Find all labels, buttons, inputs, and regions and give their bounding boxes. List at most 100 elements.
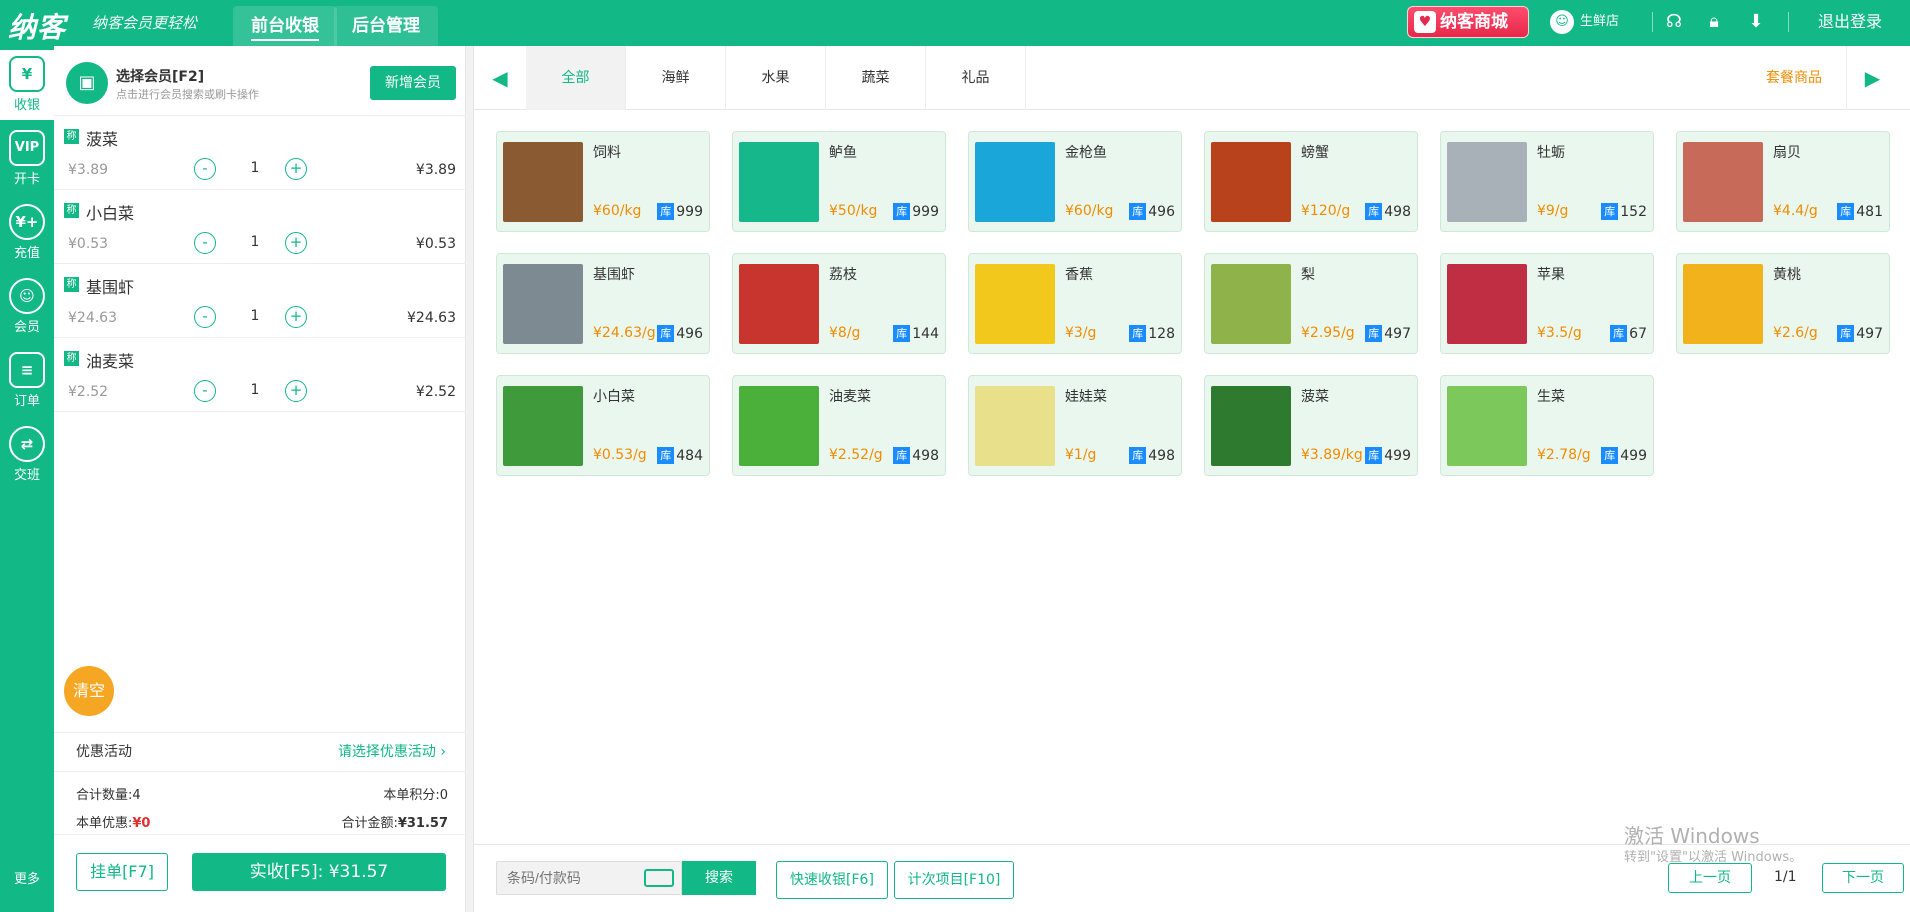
product-price: ¥2.6/g [1773, 325, 1818, 341]
decrease-button[interactable]: - [194, 232, 216, 254]
increase-button[interactable]: + [285, 380, 307, 402]
cart-item[interactable]: 称 菠菜 ¥3.89 - 1 + ¥3.89 [54, 116, 466, 190]
product-card[interactable]: 黄桃 ¥2.6/g 库 497 [1676, 253, 1890, 354]
order-icon: ≡ [9, 352, 45, 388]
product-card[interactable]: 小白菜 ¥0.53/g 库 484 [496, 375, 710, 476]
product-card[interactable]: 牡蛎 ¥9/g 库 152 [1440, 131, 1654, 232]
hang-order-button[interactable]: 挂单[F7] [76, 853, 168, 891]
cart-item-qty[interactable]: 1 [244, 234, 266, 250]
keyboard-icon[interactable] [644, 869, 674, 887]
cart-item[interactable]: 称 油麦菜 ¥2.52 - 1 + ¥2.52 [54, 338, 466, 412]
decrease-button[interactable]: - [194, 158, 216, 180]
prev-category-arrow-icon[interactable]: ◀ [474, 46, 526, 110]
nav-label: 订单 [13, 394, 40, 409]
product-card[interactable]: 娃娃菜 ¥1/g 库 498 [968, 375, 1182, 476]
product-card[interactable]: 螃蟹 ¥120/g 库 498 [1204, 131, 1418, 232]
cart-item-unit-price: ¥24.63 [68, 310, 117, 326]
product-price: ¥9/g [1537, 203, 1569, 219]
cart-item[interactable]: 称 小白菜 ¥0.53 - 1 + ¥0.53 [54, 190, 466, 264]
cart-item-name: 小白菜 [86, 204, 135, 223]
nav-open-card[interactable]: VIP 开卡 [0, 124, 54, 194]
product-card[interactable]: 荔枝 ¥8/g 库 144 [732, 253, 946, 354]
product-name: 牡蛎 [1537, 145, 1565, 161]
cart-item-qty[interactable]: 1 [244, 382, 266, 398]
stock-tag: 库 [1129, 325, 1147, 342]
logout-button[interactable]: 退出登录 [1818, 10, 1882, 34]
next-category-arrow-icon[interactable]: ▶ [1846, 46, 1898, 110]
product-card[interactable]: 生菜 ¥2.78/g 库 499 [1440, 375, 1654, 476]
product-stock: 库 481 [1837, 203, 1883, 220]
increase-button[interactable]: + [285, 232, 307, 254]
category-tab-all[interactable]: 全部 [526, 46, 626, 110]
category-tab-fruit[interactable]: 水果 [726, 46, 826, 110]
quick-checkout-button[interactable]: 快速收银[F6] [776, 861, 888, 899]
product-name: 金枪鱼 [1065, 145, 1107, 161]
cart-item[interactable]: 称 基围虾 ¥24.63 - 1 + ¥24.63 [54, 264, 466, 338]
product-card[interactable]: 鲈鱼 ¥50/kg 库 999 [732, 131, 946, 232]
nav-recharge[interactable]: ¥+ 充值 [0, 198, 54, 268]
member-selector[interactable]: ▣ 选择会员[F2] 点击进行会员搜索或刷卡操作 新增会员 [54, 46, 466, 116]
tab-front-cashier[interactable]: 前台收银 [233, 6, 337, 46]
product-price: ¥8/g [829, 325, 861, 341]
stock-tag: 库 [893, 203, 911, 220]
product-stock: 库 499 [1601, 447, 1647, 464]
nav-order[interactable]: ≡ 订单 [0, 346, 54, 416]
product-name: 梨 [1301, 267, 1315, 283]
product-name: 基围虾 [593, 267, 635, 283]
user-menu[interactable]: ☺ 生鲜店 [1550, 10, 1619, 34]
lock-icon[interactable]: 🔒︎ [1702, 10, 1726, 34]
stock-tag: 库 [1365, 447, 1383, 464]
prev-page-button[interactable]: 上一页 [1668, 863, 1752, 893]
increase-button[interactable]: + [285, 158, 307, 180]
category-tab-vegetable[interactable]: 蔬菜 [826, 46, 926, 110]
mall-label: 纳客商城 [1440, 12, 1508, 32]
decrease-button[interactable]: - [194, 306, 216, 328]
product-card[interactable]: 菠菜 ¥3.89/kg 库 499 [1204, 375, 1418, 476]
select-promotion-link[interactable]: 请选择优惠活动 › [338, 733, 446, 771]
increase-button[interactable]: + [285, 306, 307, 328]
product-name: 苹果 [1537, 267, 1565, 283]
brand-logo: 纳客 [8, 11, 67, 44]
cart-item-total: ¥3.89 [415, 162, 456, 178]
product-image [739, 386, 819, 466]
cart-panel: ▣ 选择会员[F2] 点击进行会员搜索或刷卡操作 新增会员 称 菠菜 ¥3.89… [54, 46, 466, 912]
next-page-button[interactable]: 下一页 [1822, 863, 1904, 893]
category-tab-gift[interactable]: 礼品 [926, 46, 1026, 110]
mall-button[interactable]: ♥ 纳客商城 [1407, 6, 1529, 38]
product-card[interactable]: 苹果 ¥3.5/g 库 67 [1440, 253, 1654, 354]
cart-item-qty[interactable]: 1 [244, 160, 266, 176]
product-price: ¥3/g [1065, 325, 1097, 341]
product-card[interactable]: 梨 ¥2.95/g 库 497 [1204, 253, 1418, 354]
product-card[interactable]: 基围虾 ¥24.63/g 库 496 [496, 253, 710, 354]
product-name: 鲈鱼 [829, 145, 857, 161]
add-member-button[interactable]: 新增会员 [370, 66, 456, 100]
search-button[interactable]: 搜索 [682, 861, 756, 895]
download-icon[interactable]: ⬇ [1744, 10, 1768, 34]
product-card[interactable]: 饲料 ¥60/kg 库 999 [496, 131, 710, 232]
product-stock: 库 498 [1129, 447, 1175, 464]
nav-member[interactable]: ☺ 会员 [0, 272, 54, 342]
tab-back-office[interactable]: 后台管理 [334, 6, 438, 46]
nav-shift[interactable]: ⇄ 交班 [0, 420, 54, 490]
select-promotion-text: 请选择优惠活动 [337, 744, 436, 760]
clear-cart-button[interactable]: 清空 [64, 666, 114, 716]
product-card[interactable]: 金枪鱼 ¥60/kg 库 496 [968, 131, 1182, 232]
count-items-button[interactable]: 计次项目[F10] [894, 861, 1014, 899]
cart-item-qty[interactable]: 1 [244, 308, 266, 324]
stock-value: 152 [1620, 204, 1647, 220]
checkout-button[interactable]: 实收[F5]: ¥31.57 [192, 853, 446, 891]
nav-cashier[interactable]: ¥ 收银 [0, 50, 54, 120]
product-price: ¥2.52/g [829, 447, 883, 463]
combo-products-link[interactable]: 套餐商品 [1766, 46, 1822, 110]
member-hint: 点击进行会员搜索或刷卡操作 [116, 88, 259, 101]
product-card[interactable]: 扇贝 ¥4.4/g 库 481 [1676, 131, 1890, 232]
headset-icon[interactable]: ☊ [1662, 10, 1686, 34]
decrease-button[interactable]: - [194, 380, 216, 402]
stock-value: 484 [676, 448, 703, 464]
product-card[interactable]: 香蕉 ¥3/g 库 128 [968, 253, 1182, 354]
category-tab-seafood[interactable]: 海鲜 [626, 46, 726, 110]
product-card[interactable]: 油麦菜 ¥2.52/g 库 498 [732, 375, 946, 476]
nav-more[interactable]: 更多 [0, 868, 54, 887]
stock-tag: 库 [1129, 447, 1147, 464]
product-price: ¥0.53/g [593, 447, 647, 463]
